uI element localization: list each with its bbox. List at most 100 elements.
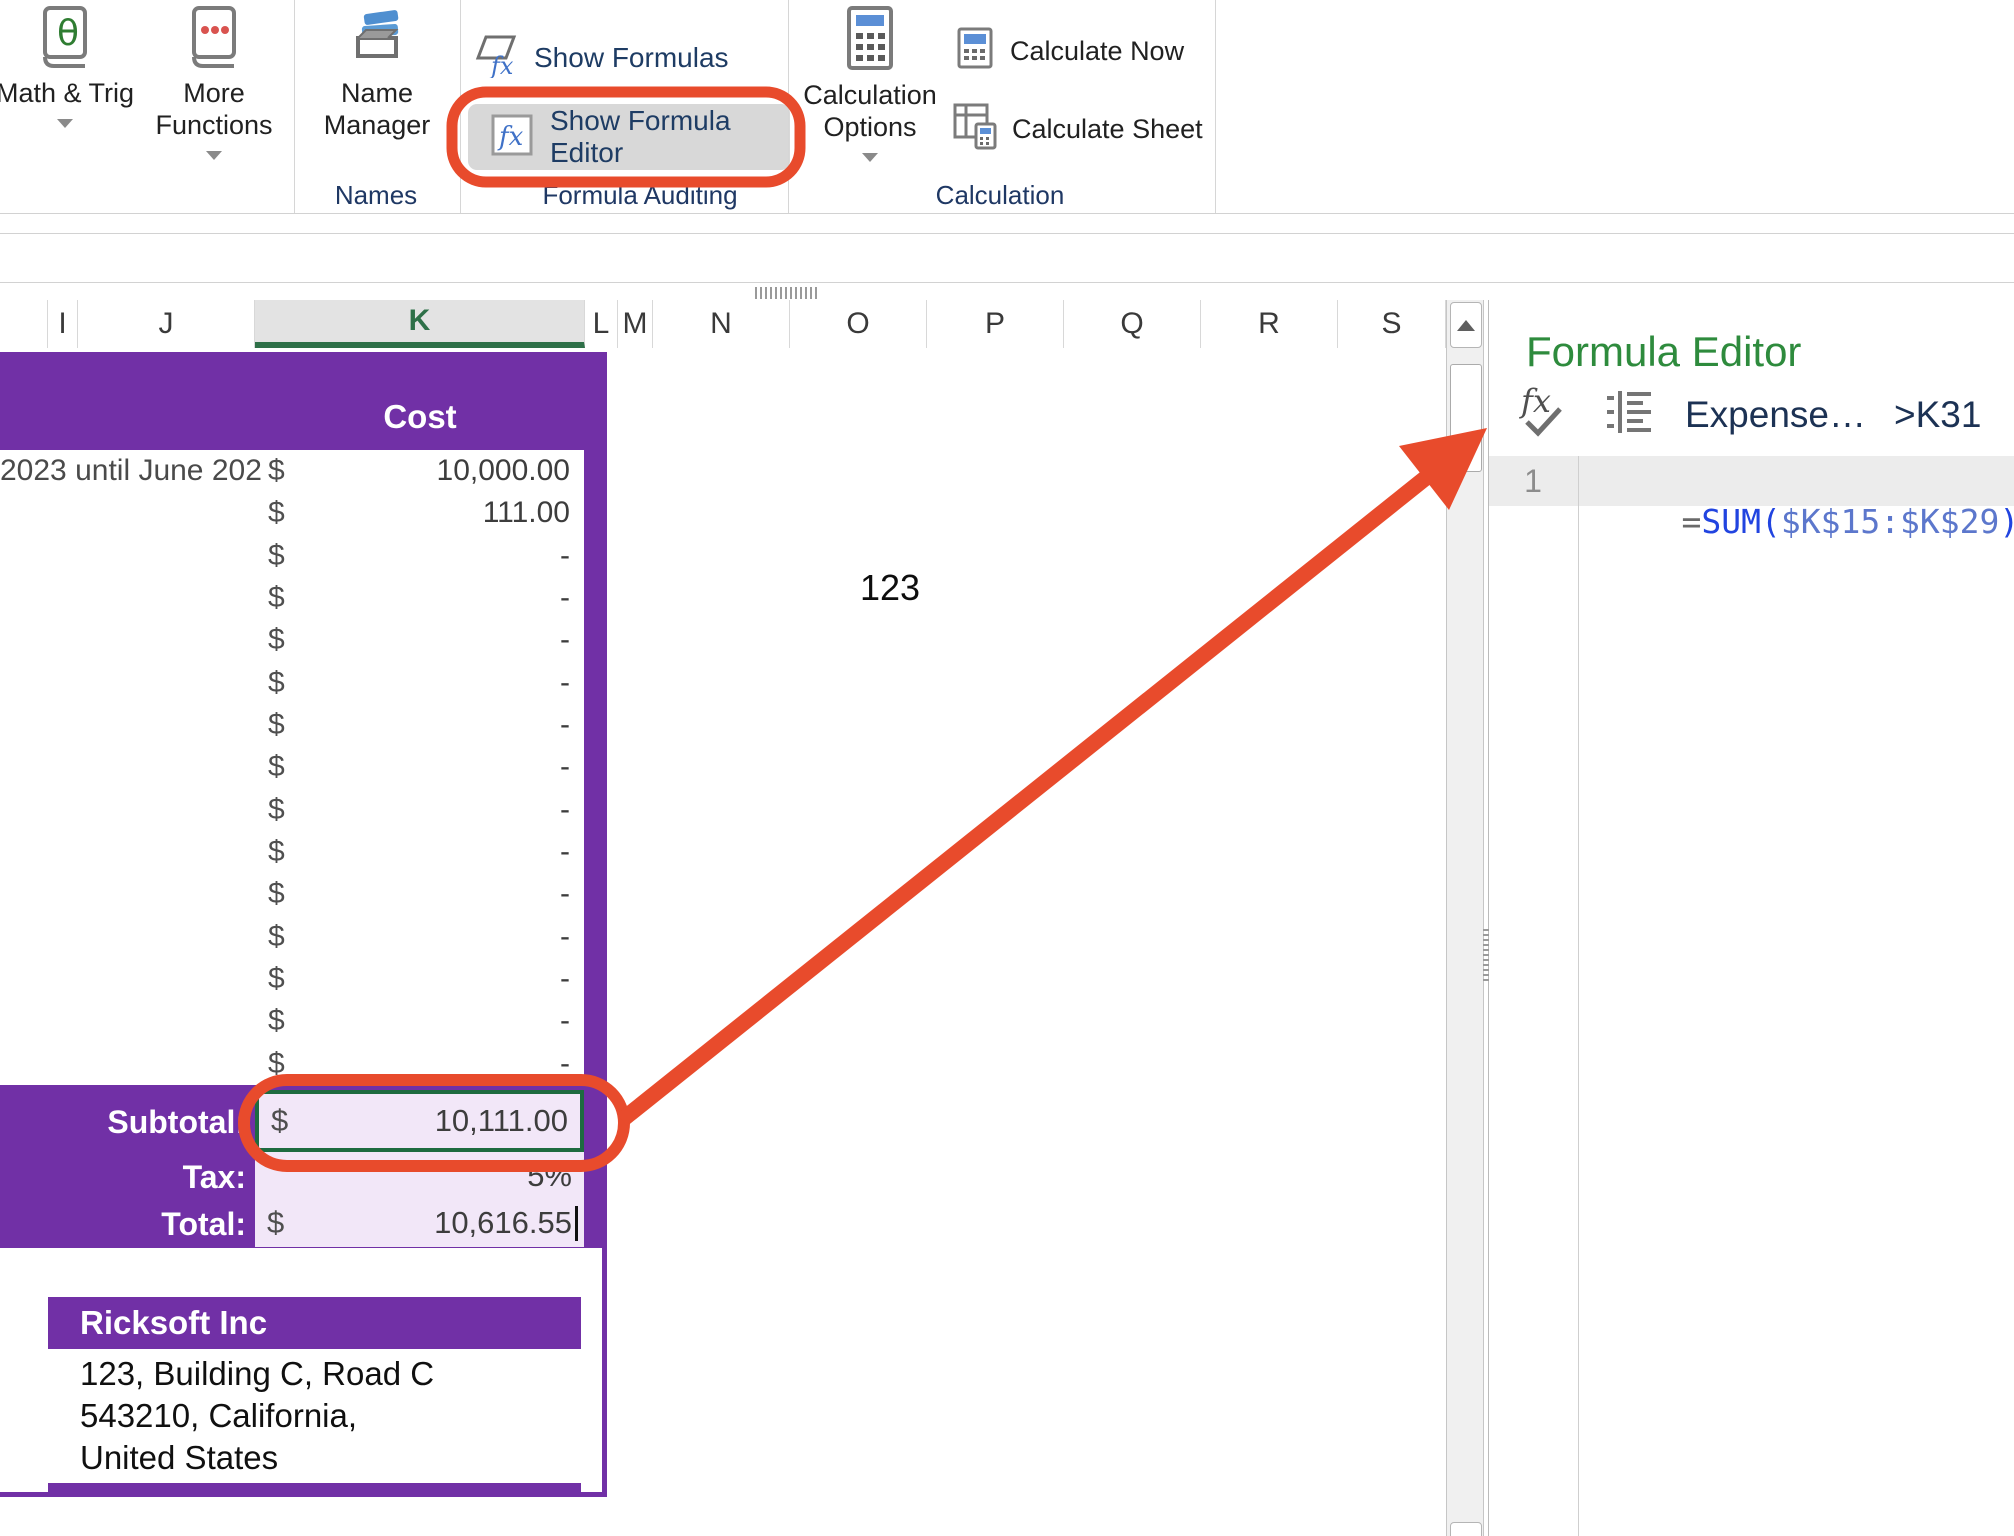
tax-value: 5% (527, 1152, 572, 1199)
scroll-down-button[interactable] (1450, 1522, 1482, 1536)
invoice-row[interactable]: $- (0, 704, 584, 746)
invoice-row-label: 2023 until June 2023 (0, 450, 262, 492)
invoice-row[interactable]: $- (0, 831, 584, 873)
stray-cell[interactable]: 123 (860, 567, 920, 609)
math-trig-caret-icon (57, 119, 73, 128)
invoice-row-currency: $ (268, 492, 285, 534)
company-address-line1[interactable]: 123, Building C, Road C (80, 1355, 434, 1393)
sheet-area[interactable]: Cost 2023 until June 2023$10,000.00$111.… (0, 349, 1446, 1536)
invoice-row-currency: $ (268, 619, 285, 661)
invoice-row-value: 10,000.00 (300, 450, 570, 492)
formula-text[interactable]: =SUM($K$15:$K$29) (1602, 463, 2014, 580)
invoice-row[interactable]: $- (0, 662, 584, 704)
formula-line-number: 1 (1489, 463, 1577, 500)
total-label-cell[interactable]: Total: (0, 1206, 246, 1243)
column-header-S[interactable]: S (1338, 300, 1446, 348)
company-address-line3[interactable]: United States (80, 1439, 278, 1477)
subtotal-label-cell[interactable]: Subtotal: (0, 1104, 246, 1141)
svg-text:fx: fx (1519, 386, 1551, 420)
tax-value-cell[interactable]: 5% (255, 1152, 584, 1199)
calculation-options-icon (844, 4, 896, 79)
invoice-cost-header-cell[interactable]: Cost (255, 352, 585, 450)
invoice-row-value: - (300, 873, 570, 915)
divider-line (0, 233, 2014, 234)
subtotal-value-cell[interactable]: $ 10,111.00 (255, 1090, 584, 1152)
calculation-options-label: Calculation Options (795, 79, 945, 143)
total-value-cell[interactable]: $ 10,616.55 (255, 1199, 584, 1247)
invoice-row[interactable]: $- (0, 873, 584, 915)
name-manager-label: Name Manager (312, 77, 442, 141)
group-label-names: Names (296, 180, 456, 211)
name-manager-button[interactable]: Name Manager (312, 4, 442, 141)
invoice-row-currency: $ (268, 704, 285, 746)
company-address-line2[interactable]: 543210, California, (80, 1397, 357, 1435)
invoice-row-value: - (300, 662, 570, 704)
column-header-K[interactable]: K (255, 300, 585, 348)
gutter-divider (1578, 456, 1579, 1536)
invoice-row-label (0, 789, 262, 831)
invoice-row[interactable]: $- (0, 577, 584, 619)
invoice-row-label (0, 1043, 262, 1085)
invoice-row-currency: $ (268, 662, 285, 704)
invoice-row-value: - (300, 789, 570, 831)
invoice-row[interactable]: $- (0, 958, 584, 1000)
invoice-row-currency: $ (268, 577, 285, 619)
total-currency: $ (267, 1199, 284, 1247)
ribbon: θ Math & Trig More Functions (0, 0, 2014, 213)
invoice-row-value: 111.00 (300, 492, 570, 534)
column-header-partial[interactable] (0, 300, 48, 348)
fx-check-icon[interactable]: fx (1519, 386, 1573, 443)
column-header-J[interactable]: J (78, 300, 255, 348)
math-trig-button[interactable]: θ Math & Trig (0, 4, 140, 128)
function-list-icon[interactable] (1603, 389, 1655, 440)
invoice-row-label (0, 577, 262, 619)
column-header-Q[interactable]: Q (1064, 300, 1201, 348)
column-header-N[interactable]: N (653, 300, 790, 348)
divider-line (0, 282, 2014, 283)
invoice-row[interactable]: $111.00 (0, 492, 584, 534)
invoice-row[interactable]: $- (0, 535, 584, 577)
invoice-row[interactable]: 2023 until June 2023$10,000.00 (0, 450, 584, 492)
column-header-M[interactable]: M (618, 300, 653, 348)
vertical-scrollbar[interactable] (1446, 300, 1484, 1536)
invoice-row-currency: $ (268, 535, 285, 577)
column-header-P[interactable]: P (927, 300, 1064, 348)
calculation-options-button[interactable]: Calculation Options (795, 4, 945, 162)
invoice-row-label (0, 619, 262, 661)
invoice-row[interactable]: $- (0, 916, 584, 958)
column-header-I[interactable]: I (48, 300, 78, 348)
scrollbar-thumb[interactable] (1450, 364, 1482, 472)
invoice-row[interactable]: $- (0, 619, 584, 661)
more-functions-button[interactable]: More Functions (144, 4, 284, 160)
show-formula-editor-button[interactable]: fx Show Formula Editor (468, 104, 790, 170)
calculate-now-button[interactable]: Calculate Now (956, 26, 1184, 75)
column-header-L[interactable]: L (585, 300, 618, 348)
tax-label-cell[interactable]: Tax: (0, 1159, 246, 1196)
column-header-R[interactable]: R (1201, 300, 1338, 348)
invoice-row-label (0, 1000, 262, 1042)
invoice-row-label (0, 831, 262, 873)
invoice-row-label (0, 662, 262, 704)
calculate-sheet-button[interactable]: Calculate Sheet (952, 102, 1203, 155)
show-formulas-button[interactable]: fx Show Formulas (474, 32, 729, 83)
invoice-row-currency: $ (268, 450, 285, 492)
invoice-row[interactable]: $- (0, 789, 584, 831)
column-header-O[interactable]: O (790, 300, 927, 348)
group-label-formula-auditing: Formula Auditing (490, 180, 790, 211)
invoice-row[interactable]: $- (0, 746, 584, 788)
scroll-up-button[interactable] (1450, 302, 1482, 348)
invoice-row[interactable]: $- (0, 1000, 584, 1042)
calculation-options-caret-icon (862, 153, 878, 162)
ribbon-divider (1215, 0, 1216, 213)
pane-split-handle[interactable] (755, 287, 817, 299)
company-name[interactable]: Ricksoft Inc (80, 1297, 267, 1349)
invoice-row-currency: $ (268, 873, 285, 915)
formula-range: $K$15:$K$29 (1781, 502, 2000, 541)
cell-reference[interactable]: Expense…>K31 (1685, 394, 1981, 436)
formula-editor-title: Formula Editor (1526, 328, 1801, 376)
cell-address: >K31 (1894, 394, 1981, 435)
invoice-row[interactable]: $- (0, 1043, 584, 1085)
invoice-row-label (0, 704, 262, 746)
calculate-now-icon (956, 26, 994, 75)
company-underline (48, 1483, 581, 1492)
